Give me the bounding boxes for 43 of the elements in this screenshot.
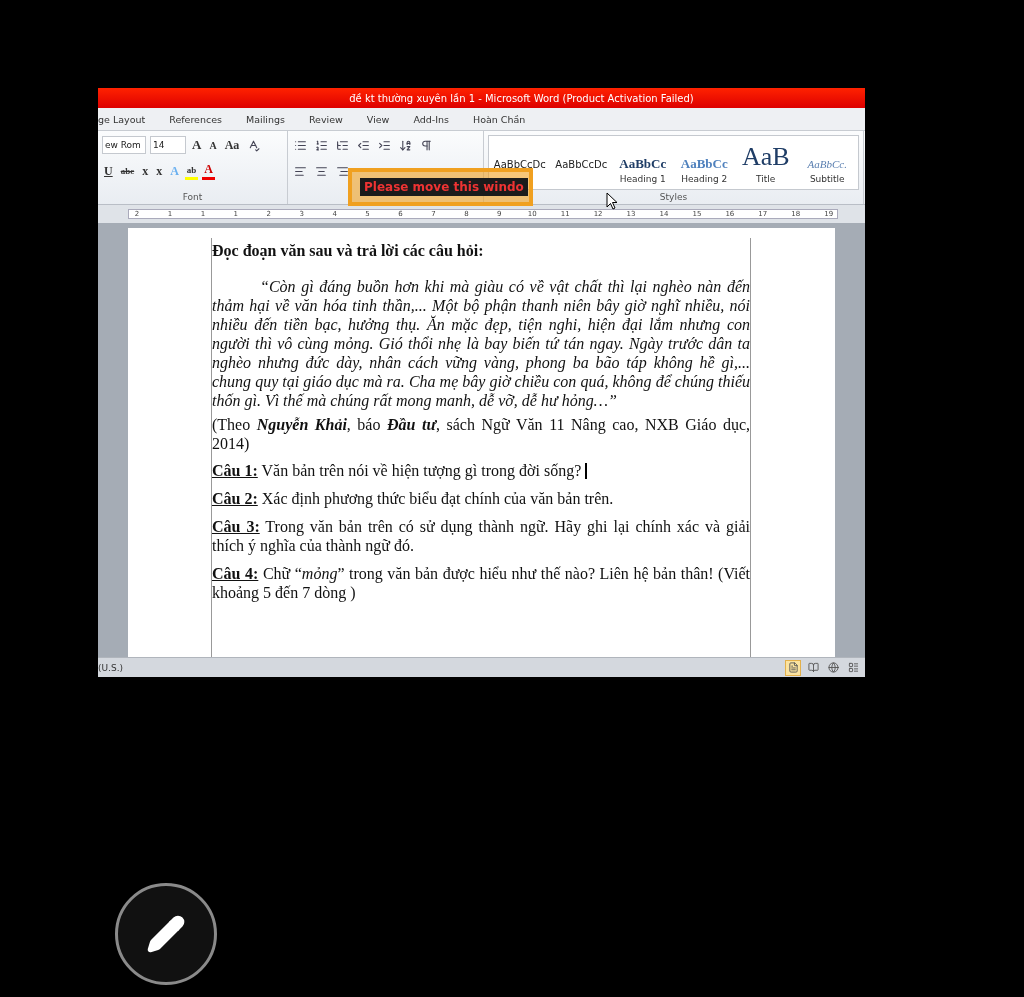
font-format-button[interactable]: A bbox=[190, 136, 204, 154]
window-title: đề kt thường xuyên lần 1 - Microsoft Word (Product Activation Failed) bbox=[349, 92, 694, 104]
view-button[interactable] bbox=[825, 659, 841, 676]
font-format-button[interactable]: abc bbox=[118, 162, 137, 180]
ribbon-tab[interactable]: View bbox=[366, 113, 402, 125]
citation-paragraph: (Theo Nguyễn Khải, báo Đầu tư, sách Ngữ Văn 11 Nâng cao, NXB Giáo dục, 2014) bbox=[212, 415, 750, 453]
ribbon-tab[interactable]: Review bbox=[308, 113, 355, 125]
font-format-button[interactable]: A bbox=[202, 162, 216, 180]
pencil-icon bbox=[146, 914, 186, 954]
style-name[interactable]: Subtitle bbox=[809, 174, 845, 185]
warning-message: Please move this windo bbox=[360, 178, 528, 196]
question-paragraph: Câu 3: Trong văn bản trên có sử dụng thành ngữ. Hãy ghi lại chính xác và giải thích ý nghĩa của thành ngữ đó. bbox=[212, 517, 750, 555]
style-preview[interactable]: AaBbCcDc bbox=[555, 160, 608, 170]
question-paragraph: Câu 1: Văn bản trên nói về hiện tượng gì trong đời sống? bbox=[212, 461, 750, 480]
question-paragraph: Câu 4: Chữ “mỏng” trong văn bản được hiểu như thế nào? Liên hệ bản thân! (Viết khoảng 5 đến 7 dòng ) bbox=[212, 564, 750, 602]
ribbon-tab[interactable]: Add-Ins bbox=[413, 113, 461, 125]
style-preview[interactable]: AaB bbox=[741, 144, 790, 170]
language-status[interactable]: (U.S.) bbox=[98, 662, 124, 673]
style-name[interactable]: Title bbox=[756, 174, 776, 185]
font-format-button[interactable]: U bbox=[102, 162, 115, 180]
font-format-button[interactable]: x bbox=[154, 162, 165, 180]
font-format-button[interactable]: Aa bbox=[222, 136, 242, 154]
font-format-button[interactable]: ab bbox=[184, 162, 199, 180]
style-name[interactable]: Heading 2 bbox=[681, 174, 728, 185]
style-preview[interactable]: AaBbCc. bbox=[807, 159, 847, 170]
quote-paragraph: “Còn gì đáng buồn hơn khi mà giàu có về vật chất thì lại nghèo nàn đến thảm hại về văn hóa tinh thần,... Một bộ phận thanh niên bây giờ nghĩ nhiều, nói nhiều đến tiền bạc, hưởng thụ. Ăn mặc đẹp, tiện nghi, hiện đại lắm nhưng con người thì vô cùng mỏng. Gió thổi nhẹ là bay biến tứ tán ngay. Ngày trước dân ta nghèo nhưng đức dày, nhân cách vững vàng, phong ba bão táp không hề gì,... chung quy tại giáo dục mà ra. Cha mẹ bây giờ chiều con quá, không để chúng thiếu thốn gì. Vì thế mà chúng rất mong manh, dễ vỡ, dễ hư hỏng…” bbox=[212, 277, 750, 410]
font-name-field[interactable]: ew Rom bbox=[102, 136, 146, 154]
ribbon-tab[interactable]: ge Layout bbox=[98, 113, 158, 125]
style-preview[interactable]: AaBbCc bbox=[619, 157, 667, 170]
ribbon-tab[interactable]: Mailings bbox=[246, 113, 297, 125]
style-preview[interactable]: AaBbCc bbox=[680, 157, 728, 170]
font-format-button[interactable]: x bbox=[140, 162, 151, 180]
document-heading: Đọc đoạn văn sau và trả lời các câu hỏi: bbox=[212, 241, 485, 260]
ribbon-tab[interactable]: Hoàn Chần bbox=[473, 113, 538, 125]
question-paragraph: Câu 2: Xác định phương thức biểu đạt chính của văn bản trên. bbox=[212, 489, 615, 508]
group-label: Styles bbox=[659, 191, 688, 204]
view-button[interactable] bbox=[785, 659, 801, 676]
style-name[interactable]: Heading 1 bbox=[619, 174, 666, 185]
style-preview[interactable]: AaBbCcDc bbox=[493, 160, 546, 170]
font-size-field[interactable]: 14 bbox=[150, 136, 186, 154]
font-format-button[interactable]: A bbox=[207, 136, 219, 154]
ribbon-tab[interactable]: References bbox=[169, 113, 234, 125]
group-label: Font bbox=[182, 191, 203, 204]
